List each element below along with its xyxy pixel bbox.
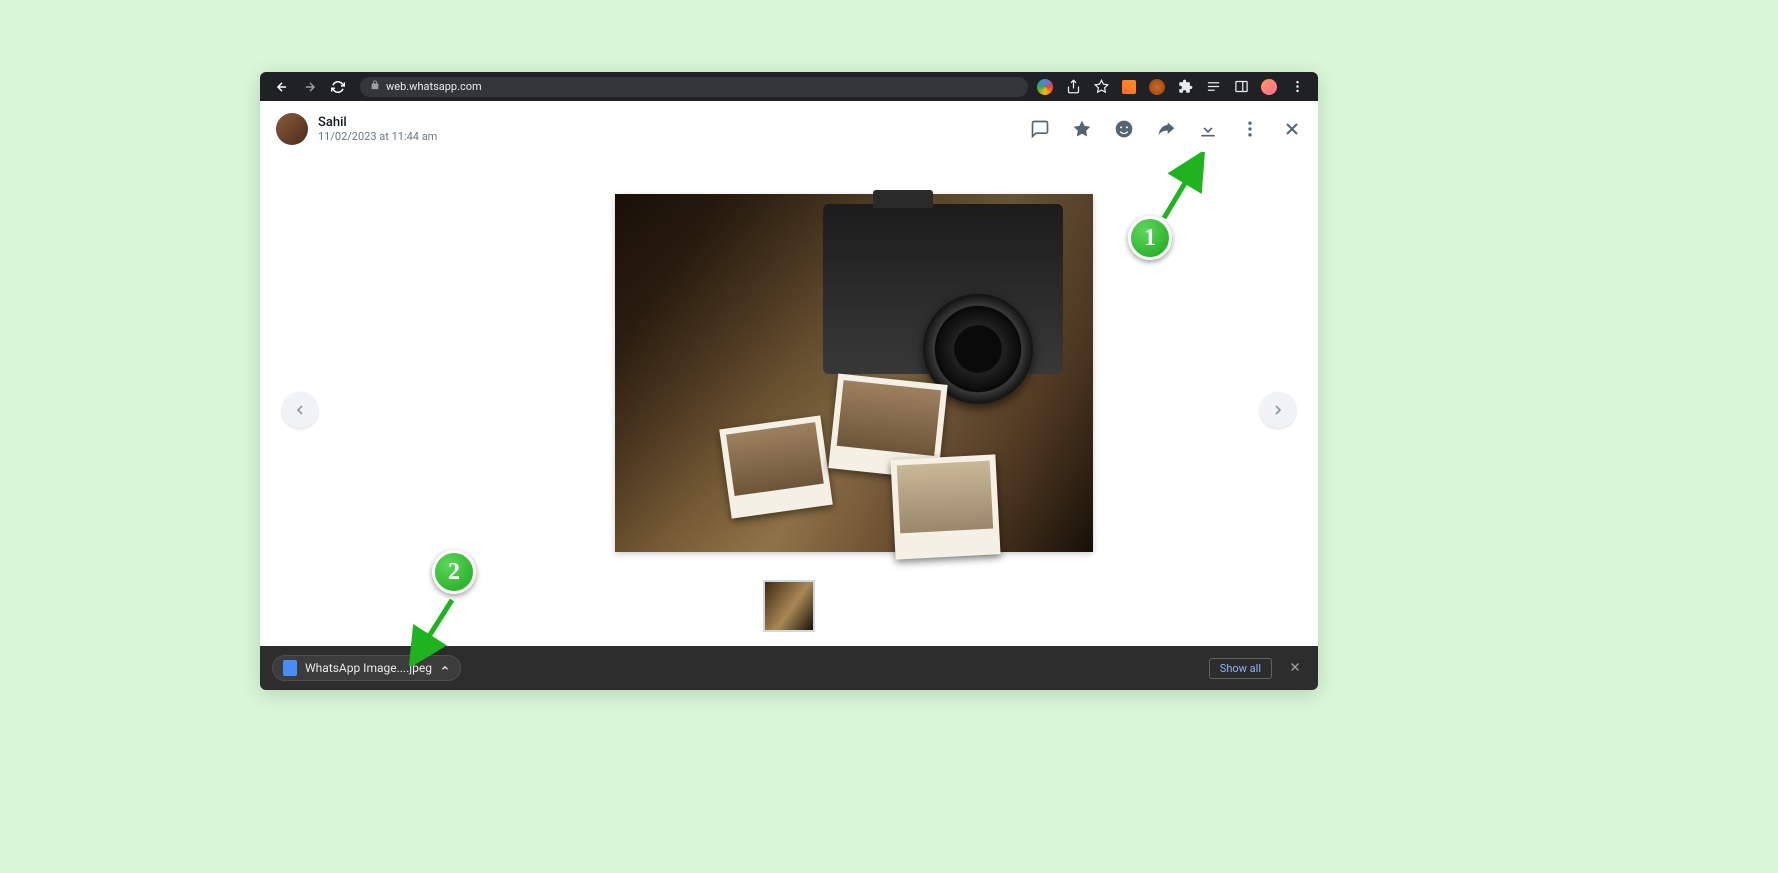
- annotation-badge-1: 1: [1128, 216, 1172, 260]
- close-downloads-bar-button[interactable]: [1284, 660, 1306, 677]
- polaroid-photo: [719, 415, 833, 518]
- star-icon[interactable]: [1072, 119, 1092, 139]
- media-viewer-actions: [1030, 119, 1302, 139]
- annotation-badge-2: 2: [432, 550, 476, 594]
- sender-name: Sahil: [318, 115, 1030, 130]
- media-thumbnail[interactable]: [763, 580, 815, 632]
- media-viewer-header: Sahil 11/02/2023 at 11:44 am: [260, 101, 1318, 156]
- reading-list-icon[interactable]: [1204, 78, 1222, 96]
- side-panel-icon[interactable]: [1232, 78, 1250, 96]
- next-media-button[interactable]: [1260, 392, 1296, 428]
- media-timestamp: 11/02/2023 at 11:44 am: [318, 130, 1030, 143]
- browser-extensions: [1036, 78, 1310, 96]
- profile-avatar-icon[interactable]: [1260, 78, 1278, 96]
- forward-button[interactable]: [296, 73, 324, 101]
- show-all-downloads-button[interactable]: Show all: [1209, 658, 1272, 679]
- browser-toolbar: web.whatsapp.com: [260, 72, 1318, 101]
- forward-icon[interactable]: [1156, 119, 1176, 139]
- google-translate-icon[interactable]: [1036, 78, 1054, 96]
- address-bar[interactable]: web.whatsapp.com: [360, 77, 1028, 97]
- share-icon[interactable]: [1064, 78, 1082, 96]
- annotation-arrow-1: [1158, 152, 1206, 224]
- bookmark-star-icon[interactable]: [1092, 78, 1110, 96]
- extension-brush-icon[interactable]: [1120, 78, 1138, 96]
- menu-dots-icon[interactable]: [1240, 119, 1260, 139]
- camera-illustration: [823, 204, 1063, 374]
- lock-icon: [370, 80, 380, 93]
- url-text: web.whatsapp.com: [386, 80, 482, 93]
- reload-button[interactable]: [324, 73, 352, 101]
- close-icon[interactable]: [1282, 119, 1302, 139]
- sender-avatar[interactable]: [276, 113, 308, 145]
- chat-icon[interactable]: [1030, 119, 1050, 139]
- download-icon[interactable]: [1198, 119, 1218, 139]
- media-image[interactable]: [615, 194, 1093, 552]
- back-button[interactable]: [268, 73, 296, 101]
- browser-menu-icon[interactable]: [1288, 78, 1306, 96]
- annotation-arrow-2: [408, 594, 458, 666]
- file-icon: [283, 660, 297, 676]
- previous-media-button[interactable]: [282, 392, 318, 428]
- polaroid-photo: [890, 454, 1000, 559]
- sender-info: Sahil 11/02/2023 at 11:44 am: [318, 115, 1030, 143]
- emoji-icon[interactable]: [1114, 119, 1134, 139]
- extensions-puzzle-icon[interactable]: [1176, 78, 1194, 96]
- extension-cookie-icon[interactable]: [1148, 78, 1166, 96]
